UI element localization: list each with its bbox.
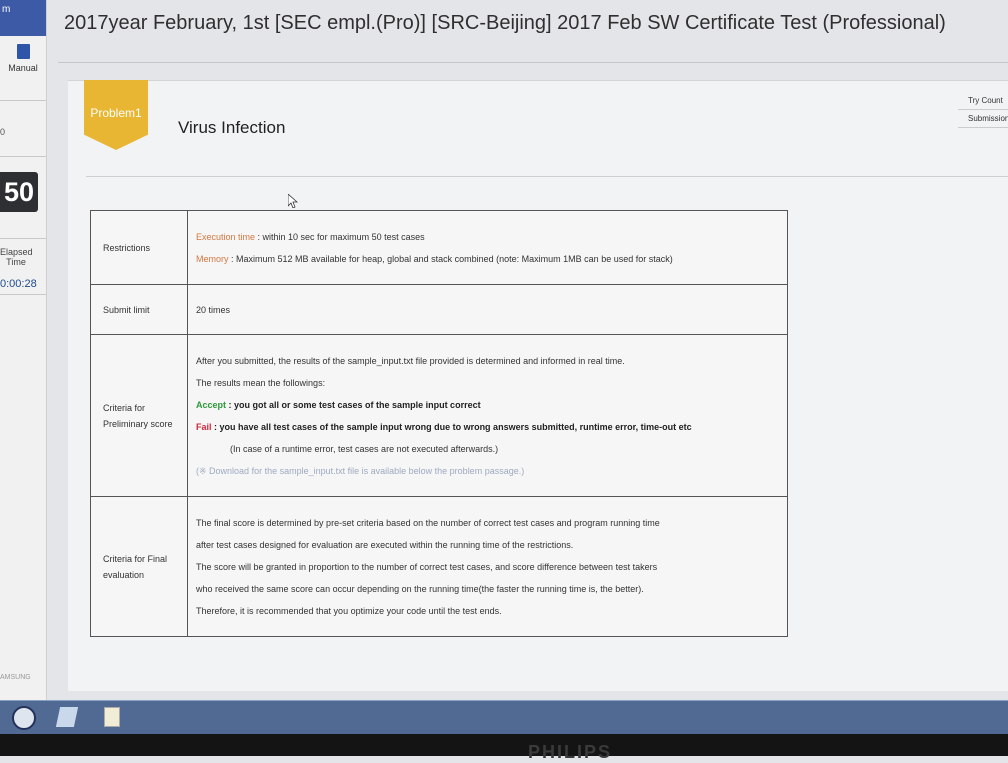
monitor-bezel: PHILIPS [0, 734, 1008, 762]
taskbar [0, 700, 1008, 735]
final-line-1: The final score is determined by pre-set… [196, 517, 660, 528]
mouse-cursor-icon [288, 194, 298, 208]
manual-book-icon [16, 44, 30, 59]
problem-badge-label: Problem1 [90, 106, 142, 120]
taskbar-document-icon[interactable] [104, 707, 120, 727]
brand-label: AMSUNG [0, 674, 31, 681]
final-line-5: Therefore, it is recommended that you op… [196, 605, 502, 616]
sidebar-divider [0, 100, 46, 101]
execution-time-key: Execution time [196, 231, 256, 242]
final-evaluation-label: Criteria for Final evaluation [90, 496, 188, 637]
memory-key: Memory [196, 253, 229, 264]
final-evaluation-row: Criteria for Final evaluation The final … [90, 496, 788, 637]
execution-time-line: Execution time : within 10 sec for maxim… [196, 226, 779, 248]
elapsed-time-label: Elapsed Time [0, 247, 33, 267]
accept-key: Accept [196, 399, 227, 410]
fail-value: : you have all test cases of the sample … [211, 421, 692, 432]
sidebar-divider [0, 294, 46, 295]
monitor-brand-logo: PHILIPS [528, 742, 613, 762]
taskbar-app-icon[interactable] [55, 707, 79, 727]
sidebar-top-bar: m [0, 0, 46, 36]
memory-value: : Maximum 512 MB available for heap, glo… [228, 253, 673, 264]
restrictions-content: Execution time : within 10 sec for maxim… [187, 210, 788, 285]
download-note: (※ Download for the sample_input.txt fil… [196, 465, 525, 476]
fail-key: Fail [196, 421, 212, 432]
start-button-icon[interactable] [12, 706, 36, 730]
score-display: 50 [0, 172, 38, 212]
sidebar-small-value: 0 [0, 127, 6, 137]
accept-value: : you got all or some test cases of the … [226, 399, 481, 410]
manual-label: Manual [8, 63, 38, 73]
manual-button[interactable]: Manual [0, 40, 46, 100]
final-line-3: The score will be granted in proportion … [196, 561, 658, 572]
sidebar-divider [0, 156, 46, 157]
sidebar-divider [0, 238, 46, 239]
problem-title: Virus Infection [178, 118, 286, 137]
try-count-button[interactable]: Try Count [958, 92, 1008, 110]
restrictions-label: Restrictions [90, 210, 188, 285]
final-line-4: who received the same score can occur de… [196, 583, 644, 594]
memory-line: Memory : Maximum 512 MB available for he… [196, 248, 779, 270]
fail-line: Fail : you have all test cases of the sa… [196, 416, 779, 438]
preliminary-line-1: After you submitted, the results of the … [196, 355, 625, 366]
preliminary-label: Criteria for Preliminary score [90, 334, 188, 497]
page-title: 2017year February, 1st [SEC empl.(Pro)] … [64, 12, 946, 34]
preliminary-content: After you submitted, the results of the … [187, 334, 788, 497]
submit-limit-label: Submit limit [90, 284, 188, 335]
submission-button[interactable]: Submission [958, 110, 1008, 128]
submit-limit-row: Submit limit 20 times [90, 284, 788, 335]
rules-table: Restrictions Execution time : within 10 … [90, 210, 788, 637]
accept-line: Accept : you got all or some test cases … [196, 394, 779, 416]
restrictions-row: Restrictions Execution time : within 10 … [90, 210, 788, 285]
header-divider [58, 62, 1008, 63]
elapsed-timer: 0:00:28 [0, 278, 37, 290]
preliminary-row: Criteria for Preliminary score After you… [90, 334, 788, 497]
final-evaluation-content: The final score is determined by pre-set… [187, 496, 788, 637]
final-line-2: after test cases designed for evaluation… [196, 539, 574, 550]
submit-limit-value: 20 times [187, 284, 788, 335]
runtime-error-note: (In case of a runtime error, test cases … [230, 443, 499, 454]
problem-title-divider [86, 176, 1008, 177]
preliminary-line-2: The results mean the followings: [196, 377, 326, 388]
side-buttons: Try Count Submission [958, 92, 1008, 128]
execution-time-value: : within 10 sec for maximum 50 test case… [255, 231, 425, 242]
left-sidebar: m Manual 0 50 Elapsed Time 0:00:28 AMSUN… [0, 0, 47, 700]
